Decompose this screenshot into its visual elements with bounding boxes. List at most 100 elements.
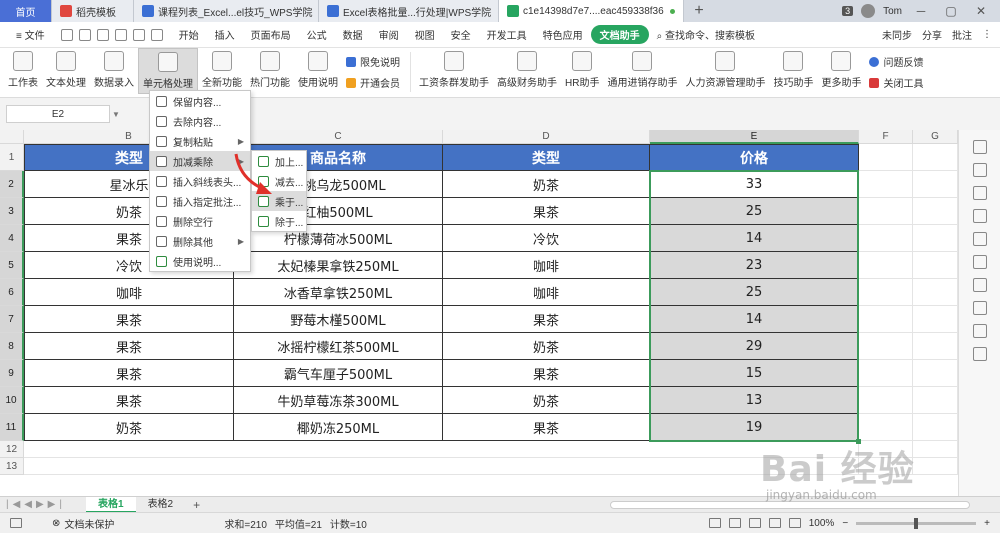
price-cell[interactable]: 33 [650, 171, 859, 198]
menu-data[interactable]: 数据 [335, 27, 371, 42]
table-cell[interactable]: 果茶 [24, 333, 234, 360]
comment-button[interactable]: 批注 [952, 27, 972, 42]
fill-handle[interactable] [856, 439, 861, 444]
row-header[interactable]: 3 [0, 198, 24, 225]
command-search[interactable]: ⌕ 查找命令、搜索模板 [649, 27, 763, 42]
table-cell[interactable]: 野莓木槿500ML [234, 306, 443, 333]
table-cell[interactable]: 果茶 [24, 387, 234, 414]
price-cell[interactable]: 14 [650, 306, 859, 333]
close-window-icon[interactable]: ✕ [970, 4, 992, 18]
avatar[interactable] [861, 4, 876, 18]
window-count-badge[interactable]: 3 [842, 6, 854, 16]
table-cell[interactable]: 果茶 [443, 306, 650, 333]
menu-doc-assistant[interactable]: 文档助手 [590, 25, 649, 44]
share-icon[interactable] [972, 324, 987, 338]
menu-formula[interactable]: 公式 [299, 27, 335, 42]
table-cell[interactable]: 果茶 [24, 306, 234, 333]
column-header-e[interactable]: E [650, 130, 859, 144]
backup-icon[interactable] [972, 278, 987, 292]
menu-delete-empty-rows[interactable]: 删除空行 [150, 211, 250, 231]
sheet-tab-2[interactable]: 表格2 [136, 497, 186, 513]
finance-assistant-button[interactable]: 高级财务助手 [493, 48, 561, 94]
normal-view-icon[interactable] [728, 518, 741, 528]
price-cell[interactable]: 25 [650, 198, 859, 225]
more-icon[interactable]: ⋮ [982, 29, 992, 40]
row-header[interactable]: 9 [0, 360, 24, 387]
menu-start[interactable]: 开始 [171, 27, 207, 42]
column-header-c[interactable]: C [234, 130, 443, 144]
row-header[interactable]: 7 [0, 306, 24, 333]
table-header-cell[interactable]: 类型 [443, 144, 650, 171]
print-icon[interactable] [96, 28, 109, 41]
menu-keep-content[interactable]: 保留内容... [150, 91, 250, 111]
close-tools-link[interactable]: 关闭工具 [869, 75, 923, 90]
minimize-icon[interactable]: ─ [910, 4, 932, 18]
menu-remove-content[interactable]: 去除内容... [150, 111, 250, 131]
table-cell[interactable]: 奶茶 [443, 387, 650, 414]
help-icon[interactable] [972, 347, 987, 361]
table-cell[interactable]: 奶茶 [24, 414, 234, 441]
maximize-icon[interactable]: ▢ [940, 4, 962, 18]
menu-security[interactable]: 安全 [443, 27, 479, 42]
row-header[interactable]: 8 [0, 333, 24, 360]
undo-icon[interactable] [132, 28, 145, 41]
new-tab-button[interactable]: + [684, 0, 714, 22]
save-icon[interactable] [60, 28, 73, 41]
property-icon[interactable] [972, 209, 987, 223]
redo-icon[interactable] [150, 28, 163, 41]
horizontal-scrollbar[interactable] [610, 500, 970, 509]
table-cell[interactable]: 咖啡 [24, 279, 234, 306]
column-header-d[interactable]: D [443, 130, 650, 144]
open-membership-link[interactable]: 开通会员 [346, 75, 400, 90]
table-cell[interactable]: 奶茶 [443, 171, 650, 198]
menu-special[interactable]: 特色应用 [535, 27, 591, 42]
shape-icon[interactable] [972, 186, 987, 200]
open-icon[interactable] [78, 28, 91, 41]
page-break-icon[interactable] [768, 518, 781, 528]
row-header[interactable]: 6 [0, 279, 24, 306]
row-header[interactable]: 2 [0, 171, 24, 198]
sheet-nav-arrows[interactable]: |◀◀▶▶| [0, 499, 86, 510]
table-cell[interactable]: 冰摇柠檬红茶500ML [234, 333, 443, 360]
zoom-level[interactable]: 100% [809, 518, 835, 529]
inventory-assistant-button[interactable]: 通用进销存助手 [603, 48, 681, 94]
eye-protection-icon[interactable] [788, 518, 801, 528]
record-icon[interactable] [10, 518, 22, 528]
tab-home[interactable]: 首页 [0, 0, 52, 22]
table-cell[interactable]: 霸气车厘子500ML [234, 360, 443, 387]
user-name[interactable]: Tom [883, 6, 902, 17]
table-cell[interactable]: 椰奶冻250ML [234, 414, 443, 441]
cell-processing-button[interactable]: 单元格处理 [138, 48, 198, 94]
menu-delete-other[interactable]: 删除其他 ▶ [150, 231, 250, 251]
row-header[interactable]: 13 [0, 458, 24, 475]
free-limit-link[interactable]: 限免说明 [346, 54, 400, 69]
table-icon[interactable] [972, 232, 987, 246]
fullscreen-icon[interactable] [708, 518, 721, 528]
feedback-link[interactable]: 问题反馈 [869, 54, 923, 69]
new-features-button[interactable]: 全新功能 [198, 48, 246, 94]
menu-developer[interactable]: 开发工具 [479, 27, 535, 42]
tab-course-list[interactable]: 课程列表_Excel...el技巧_WPS学院 × [134, 0, 319, 22]
price-cell[interactable]: 14 [650, 225, 859, 252]
layout-icon[interactable] [972, 301, 987, 315]
table-cell[interactable]: 奶茶 [443, 333, 650, 360]
menu-usage-guide[interactable]: 使用说明... [150, 251, 250, 271]
document-protection[interactable]: ⊗ 文档未保护 [52, 516, 114, 531]
name-box[interactable]: E2 [6, 105, 110, 123]
more-assistants-button[interactable]: 更多助手 [817, 48, 865, 94]
hr-management-button[interactable]: 人力资源管理助手 [681, 48, 769, 94]
table-cell[interactable]: 果茶 [443, 198, 650, 225]
row-header[interactable]: 4 [0, 225, 24, 252]
file-menu[interactable]: ≡ 文件 [8, 27, 53, 42]
menu-view[interactable]: 视图 [407, 27, 443, 42]
tips-assistant-button[interactable]: 技巧助手 [769, 48, 817, 94]
sync-status[interactable]: 未同步 [882, 27, 912, 42]
price-cell[interactable]: 29 [650, 333, 859, 360]
menu-insert[interactable]: 插入 [207, 27, 243, 42]
tab-excel-batch[interactable]: Excel表格批量...行处理|WPS学院 × [319, 0, 499, 22]
table-cell[interactable]: 果茶 [443, 414, 650, 441]
worksheet-button[interactable]: 工作表 [4, 48, 42, 94]
column-header-g[interactable]: G [913, 130, 958, 144]
row-header[interactable]: 12 [0, 441, 24, 458]
chevron-down-icon[interactable]: ▼ [110, 110, 122, 119]
